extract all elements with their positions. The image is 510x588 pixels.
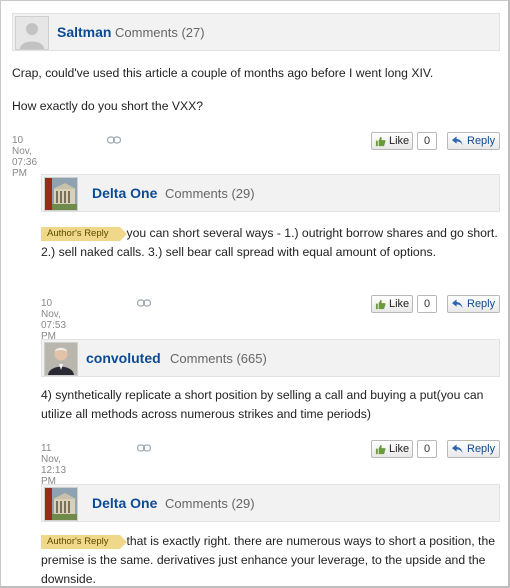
reply-arrow-icon	[452, 136, 463, 146]
like-button[interactable]: Like	[371, 295, 413, 313]
author-name[interactable]: Delta One	[92, 185, 157, 201]
comment-header: convoluted Comments (665)	[41, 339, 500, 377]
comment-thread: Saltman Comments (27) Crap, could've use…	[0, 0, 510, 588]
author-comment-count[interactable]: Comments (665)	[170, 351, 267, 366]
comment-body: Author's Reply you can short several ways…	[41, 224, 503, 262]
comment-text: 4) synthetically replicate a short posit…	[41, 388, 484, 421]
user-silhouette-icon	[16, 17, 48, 49]
author-name[interactable]: Saltman	[57, 24, 111, 40]
like-button[interactable]: Like	[371, 440, 413, 458]
like-label: Like	[389, 135, 410, 147]
comment-header: Saltman Comments (27)	[12, 13, 500, 51]
reply-label: Reply	[467, 443, 496, 455]
like-label: Like	[389, 443, 410, 455]
person-photo-icon	[45, 343, 77, 375]
authors-reply-badge: Author's Reply	[41, 227, 129, 241]
comment-paragraph: How exactly do you short the VXX?	[12, 99, 204, 113]
comment-timestamp: 10 Nov, 07:53 PM	[41, 298, 67, 342]
author-name[interactable]: convoluted	[86, 350, 161, 366]
like-count: 0	[417, 440, 437, 458]
author-comment-count[interactable]: Comments (27)	[115, 25, 205, 40]
comment-timestamp: 11 Nov, 12:13 PM	[41, 443, 67, 487]
building-photo-icon	[45, 178, 77, 210]
thumbs-up-icon	[375, 136, 386, 146]
reply-label: Reply	[467, 135, 496, 147]
comment-header: Delta One Comments (29)	[41, 174, 500, 212]
comment-paragraph: Crap, could've used this article a coupl…	[12, 66, 434, 80]
comment-body: Crap, could've used this article a coupl…	[12, 64, 500, 116]
avatar[interactable]	[44, 487, 78, 521]
authors-reply-badge: Author's Reply	[41, 535, 129, 549]
reply-button[interactable]: Reply	[447, 440, 500, 458]
avatar[interactable]	[44, 177, 78, 211]
author-name[interactable]: Delta One	[92, 495, 157, 511]
comment-timestamp: 10 Nov, 07:36 PM	[12, 135, 38, 179]
reply-button[interactable]: Reply	[447, 132, 500, 150]
chain-link-icon[interactable]	[137, 299, 151, 307]
avatar[interactable]	[15, 16, 49, 50]
comment-body: Author's Reply that is exactly right. the…	[41, 532, 503, 588]
like-count: 0	[417, 295, 437, 313]
building-photo-icon	[45, 488, 77, 520]
reply-arrow-icon	[452, 444, 463, 454]
avatar[interactable]	[44, 342, 78, 376]
comment-header: Delta One Comments (29)	[41, 484, 500, 522]
like-label: Like	[389, 298, 410, 310]
chain-link-icon[interactable]	[107, 136, 121, 144]
author-comment-count[interactable]: Comments (29)	[165, 496, 255, 511]
author-comment-count[interactable]: Comments (29)	[165, 186, 255, 201]
reply-button[interactable]: Reply	[447, 295, 500, 313]
comment-body: 4) synthetically replicate a short posit…	[41, 386, 503, 424]
like-count: 0	[417, 132, 437, 150]
thumbs-up-icon	[375, 299, 386, 309]
reply-label: Reply	[467, 298, 496, 310]
like-button[interactable]: Like	[371, 132, 413, 150]
chain-link-icon[interactable]	[137, 444, 151, 452]
thumbs-up-icon	[375, 444, 386, 454]
reply-arrow-icon	[452, 299, 463, 309]
